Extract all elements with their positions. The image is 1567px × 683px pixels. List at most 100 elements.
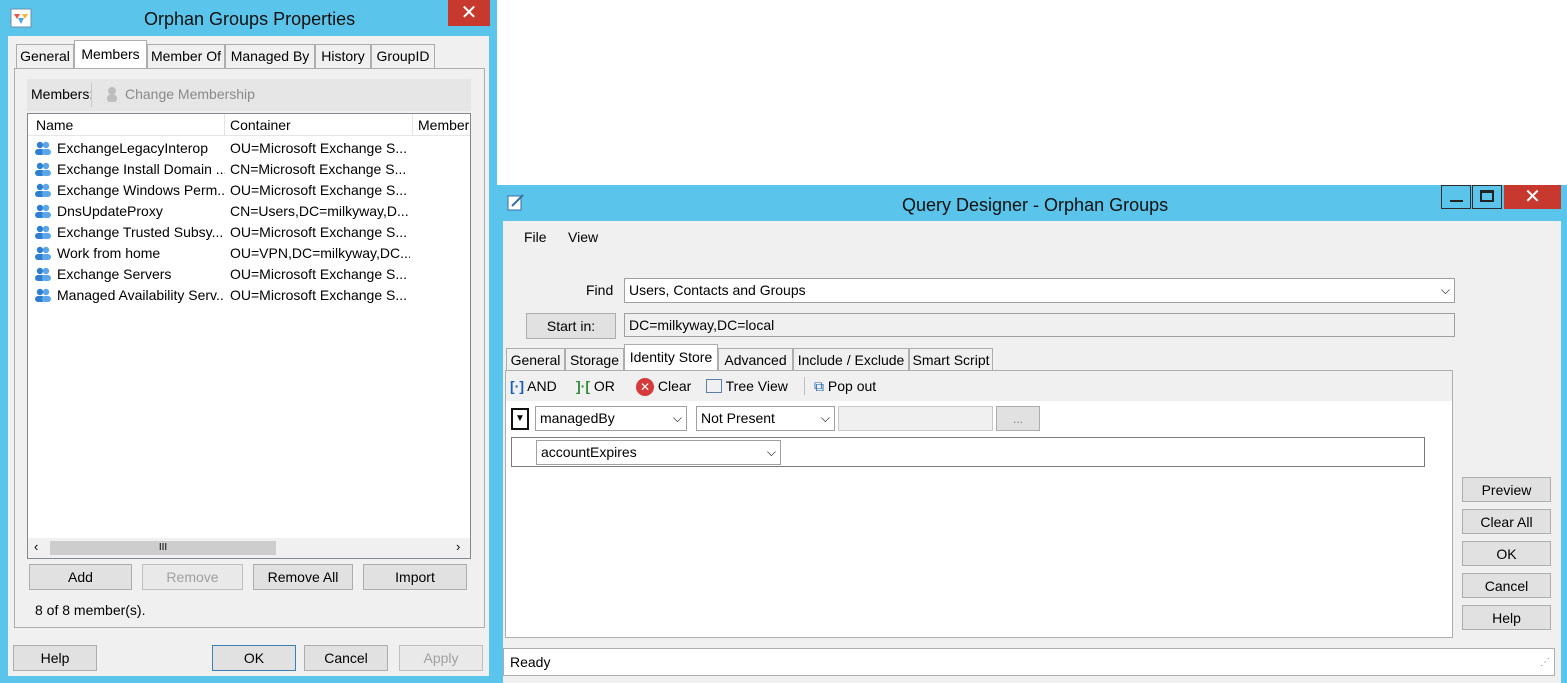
member-container: OU=Microsoft Exchange S... — [230, 287, 408, 303]
scroll-left-icon[interactable]: ‹ — [34, 539, 38, 554]
qd-tab-storage[interactable]: Storage — [565, 348, 624, 370]
value-field[interactable] — [838, 406, 993, 431]
status-text: Ready — [510, 654, 551, 670]
column-name[interactable]: Name — [36, 117, 73, 133]
qd-tab-smart-script[interactable]: Smart Script — [909, 348, 993, 370]
member-container: OU=Microsoft Exchange S... — [230, 266, 408, 282]
list-item[interactable]: Exchange Install Domain ... CN=Microsoft … — [34, 159, 464, 180]
tab-members[interactable]: Members — [74, 40, 147, 69]
list-item[interactable]: ExchangeLegacyInterop OU=Microsoft Exchan… — [34, 138, 464, 159]
edit-icon — [506, 192, 526, 212]
qd-tab-advanced[interactable]: Advanced — [718, 348, 793, 370]
chevron-down-icon: ⌵ — [820, 411, 830, 425]
member-container: OU=Microsoft Exchange S... — [230, 182, 408, 198]
find-select[interactable]: Users, Contacts and Groups ⌵ — [624, 278, 1455, 303]
tab-history[interactable]: History — [315, 44, 371, 68]
menu-view[interactable]: View — [568, 229, 598, 245]
tab-managed-by[interactable]: Managed By — [225, 44, 315, 68]
change-membership-label: Change Membership — [125, 86, 255, 102]
collapse-toggle[interactable]: ▼ — [511, 408, 529, 430]
maximize-icon — [1480, 190, 1494, 202]
horizontal-scrollbar[interactable]: ‹ III › — [28, 538, 470, 558]
user-gray-icon — [105, 86, 119, 105]
member-container: OU=Microsoft Exchange S... — [230, 224, 408, 240]
list-item[interactable]: Exchange Windows Perm... OU=Microsoft Exc… — [34, 180, 464, 201]
qd-tab-identity-store[interactable]: Identity Store — [624, 344, 718, 371]
nested-criteria: accountExpires ⌵ — [511, 437, 1425, 467]
cancel-button[interactable]: Cancel — [304, 645, 388, 671]
resize-grip-icon[interactable]: ⋰ — [1540, 657, 1550, 668]
column-container[interactable]: Container — [230, 117, 291, 133]
pop-out-button[interactable]: ⧉ Pop out — [814, 376, 876, 396]
scroll-thumb[interactable]: III — [50, 541, 276, 555]
qd-ok-button[interactable]: OK — [1462, 541, 1551, 566]
minimize-icon — [1450, 200, 1463, 202]
qd-tab-include-exclude[interactable]: Include / Exclude — [793, 348, 909, 370]
remove-all-button[interactable]: Remove All — [253, 564, 353, 590]
qd-tab-general[interactable]: General — [506, 348, 565, 370]
or-button[interactable]: ]·[ OR — [576, 376, 615, 396]
or-icon: ]·[ — [576, 378, 590, 394]
member-container: CN=Users,DC=milkyway,D... — [230, 203, 409, 219]
add-button[interactable]: Add — [29, 564, 132, 590]
operator-select[interactable]: Not Present ⌵ — [696, 406, 835, 431]
properties-client: General Members Member Of Managed By His… — [8, 36, 489, 676]
clear-all-button[interactable]: Clear All — [1462, 509, 1551, 534]
apply-button[interactable]: Apply — [399, 645, 483, 671]
preview-button[interactable]: Preview — [1462, 477, 1551, 502]
properties-window: Orphan Groups Properties ✕ General Membe… — [0, 0, 497, 683]
group-icon — [34, 287, 52, 309]
qd-cancel-button[interactable]: Cancel — [1462, 573, 1551, 598]
member-count: 8 of 8 member(s). — [35, 602, 146, 618]
clear-icon: ✕ — [636, 378, 654, 396]
start-in-field[interactable]: DC=milkyway,DC=local — [624, 313, 1455, 337]
qd-help-button[interactable]: Help — [1462, 605, 1551, 630]
chevron-down-icon: ⌵ — [672, 411, 682, 425]
remove-button[interactable]: Remove — [142, 564, 243, 590]
start-in-button[interactable]: Start in: — [526, 313, 616, 339]
members-list[interactable]: Name Container Member ExchangeLegacyInte… — [27, 113, 471, 559]
qd-client: File View Find Users, Contacts and Group… — [503, 221, 1561, 683]
member-name: Work from home — [57, 245, 161, 261]
and-icon: [·] — [510, 378, 524, 394]
list-item[interactable]: Exchange Trusted Subsy... OU=Microsoft Ex… — [34, 222, 464, 243]
identity-store-page: [·] AND ]·[ OR ✕ Clear Tree View ⧉ Pop o… — [505, 370, 1453, 638]
list-item[interactable]: Work from home OU=VPN,DC=milkyway,DC... — [34, 243, 464, 264]
member-container: OU=Microsoft Exchange S... — [230, 140, 408, 156]
help-button[interactable]: Help — [13, 645, 97, 671]
find-label: Find — [586, 282, 614, 298]
and-button[interactable]: [·] AND — [510, 376, 557, 396]
value-browse-button[interactable]: ... — [996, 406, 1040, 431]
list-item[interactable]: Managed Availability Serv... OU=Microsoft… — [34, 285, 464, 306]
tab-member-of[interactable]: Member Of — [147, 44, 225, 68]
app-icon — [10, 8, 32, 28]
list-item[interactable]: DnsUpdateProxy CN=Users,DC=milkyway,D... — [34, 201, 464, 222]
minimize-button[interactable] — [1441, 185, 1471, 209]
member-name: Exchange Install Domain ... — [57, 161, 225, 177]
members-label: Members: — [31, 86, 94, 102]
tab-groupid[interactable]: GroupID — [371, 44, 435, 68]
scroll-right-icon[interactable]: › — [456, 539, 460, 554]
qd-close-button[interactable]: ✕ — [1504, 185, 1561, 209]
tree-view-button[interactable]: Tree View — [706, 376, 788, 396]
member-name: Exchange Trusted Subsy... — [57, 224, 224, 240]
maximize-button[interactable] — [1472, 185, 1502, 209]
clear-button[interactable]: ✕ Clear — [636, 376, 691, 396]
second-attribute-select[interactable]: accountExpires ⌵ — [536, 440, 781, 465]
qd-close-icon: ✕ — [1524, 186, 1541, 208]
list-item[interactable]: Exchange Servers OU=Microsoft Exchange S.… — [34, 264, 464, 285]
toolbar-separator — [91, 83, 92, 107]
ok-button[interactable]: OK — [212, 645, 296, 671]
tab-general[interactable]: General — [16, 44, 74, 68]
member-name: Managed Availability Serv... — [57, 287, 225, 303]
change-membership-button[interactable]: Change Membership — [101, 85, 261, 105]
member-name: ExchangeLegacyInterop — [57, 140, 208, 156]
member-name: DnsUpdateProxy — [57, 203, 163, 219]
attribute-select[interactable]: managedBy ⌵ — [535, 406, 687, 431]
close-button[interactable]: ✕ — [448, 0, 490, 26]
menu-file[interactable]: File — [524, 229, 547, 245]
import-button[interactable]: Import — [363, 564, 467, 590]
column-member[interactable]: Member — [418, 117, 469, 133]
members-toolbar: Members: Change Membership — [27, 79, 471, 111]
members-page: Members: Change Membership Name Containe… — [14, 68, 485, 628]
